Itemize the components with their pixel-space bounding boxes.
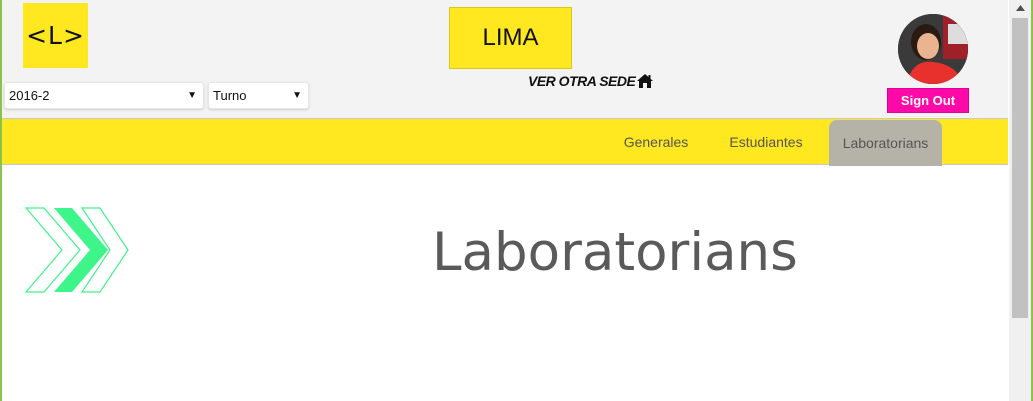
other-sede-label: VER OTRA SEDE [528,73,636,89]
avatar-image [898,14,968,84]
tab-estudiantes[interactable]: Estudiantes [718,119,814,165]
avatar[interactable] [898,14,968,84]
scroll-up-icon[interactable] [1009,0,1031,16]
current-sede-badge: LIMA [449,7,572,69]
main-nav: Generales Estudiantes Laboratorians [2,118,1008,166]
period-select-value: 2016-2 [9,88,50,103]
chevrons-logo-icon [22,206,132,298]
turno-select[interactable]: Turno ▼ [208,82,309,109]
home-icon [637,74,654,88]
period-select[interactable]: 2016-2 ▼ [4,82,204,109]
turno-select-value: Turno [213,88,247,103]
chevron-down-icon: ▼ [187,90,197,101]
tab-laboratorians[interactable]: Laboratorians [829,120,942,166]
page-title: Laboratorians [432,222,798,283]
tab-generales[interactable]: Generales [614,119,698,165]
scrollbar-thumb[interactable] [1012,18,1028,318]
chevron-down-icon: ▼ [292,90,302,101]
brand-logo[interactable]: <L> [23,3,88,68]
sign-out-button[interactable]: Sign Out [887,88,969,113]
other-sede-link[interactable]: VER OTRA SEDE [528,72,654,90]
header: <L> 2016-2 ▼ Turno ▼ LIMA VER OTRA SEDE … [2,0,1008,118]
vertical-scrollbar[interactable] [1009,0,1031,401]
